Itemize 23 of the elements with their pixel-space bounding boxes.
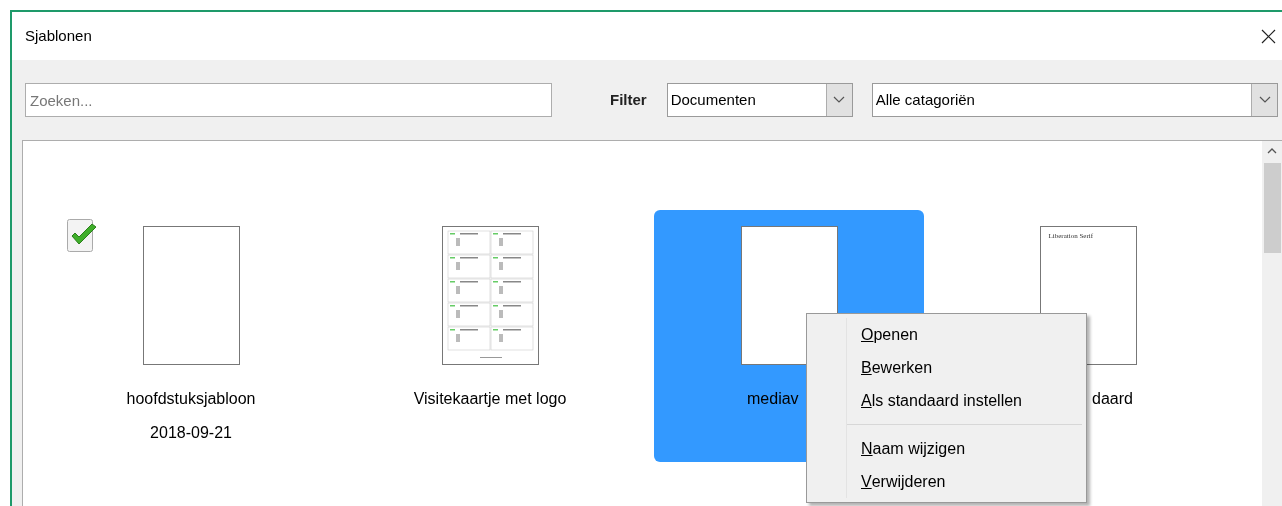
dropdown-value: Documenten xyxy=(669,89,757,110)
chevron-down-icon xyxy=(833,96,846,104)
menu-item[interactable]: Verwijderen xyxy=(861,465,1082,498)
dropdown-value: Alle catagoriën xyxy=(874,89,976,110)
filter-dropdown[interactable]: Documenten xyxy=(666,83,853,117)
template-name: daard xyxy=(1092,389,1133,409)
filter-dropdown[interactable]: Alle catagoriën xyxy=(871,83,1278,117)
template-name: hoofdstuksjabloon xyxy=(126,389,256,409)
dropdown-arrow-button[interactable] xyxy=(825,84,852,116)
search-field[interactable]: Zoeken... xyxy=(25,83,552,117)
template-name: Visitekaartje met logo xyxy=(413,389,567,409)
filter-label: Filter xyxy=(610,89,647,110)
template-name: mediav xyxy=(747,389,799,409)
dropdown-arrow-button[interactable] xyxy=(1251,84,1277,116)
template-item[interactable]: Visitekaartje met logo xyxy=(355,210,625,462)
scroll-up-icon[interactable] xyxy=(1267,147,1277,154)
chevron-down-icon xyxy=(1258,96,1271,104)
close-icon xyxy=(1260,28,1276,44)
scrollbar[interactable] xyxy=(1262,141,1282,506)
window-title: Sjablonen xyxy=(25,25,92,46)
template-date: 2018-09-21 xyxy=(150,423,232,443)
template-item[interactable]: hoofdstuksjabloon 2018-09-21 xyxy=(56,210,326,462)
scrollbar-thumb[interactable] xyxy=(1263,163,1281,253)
